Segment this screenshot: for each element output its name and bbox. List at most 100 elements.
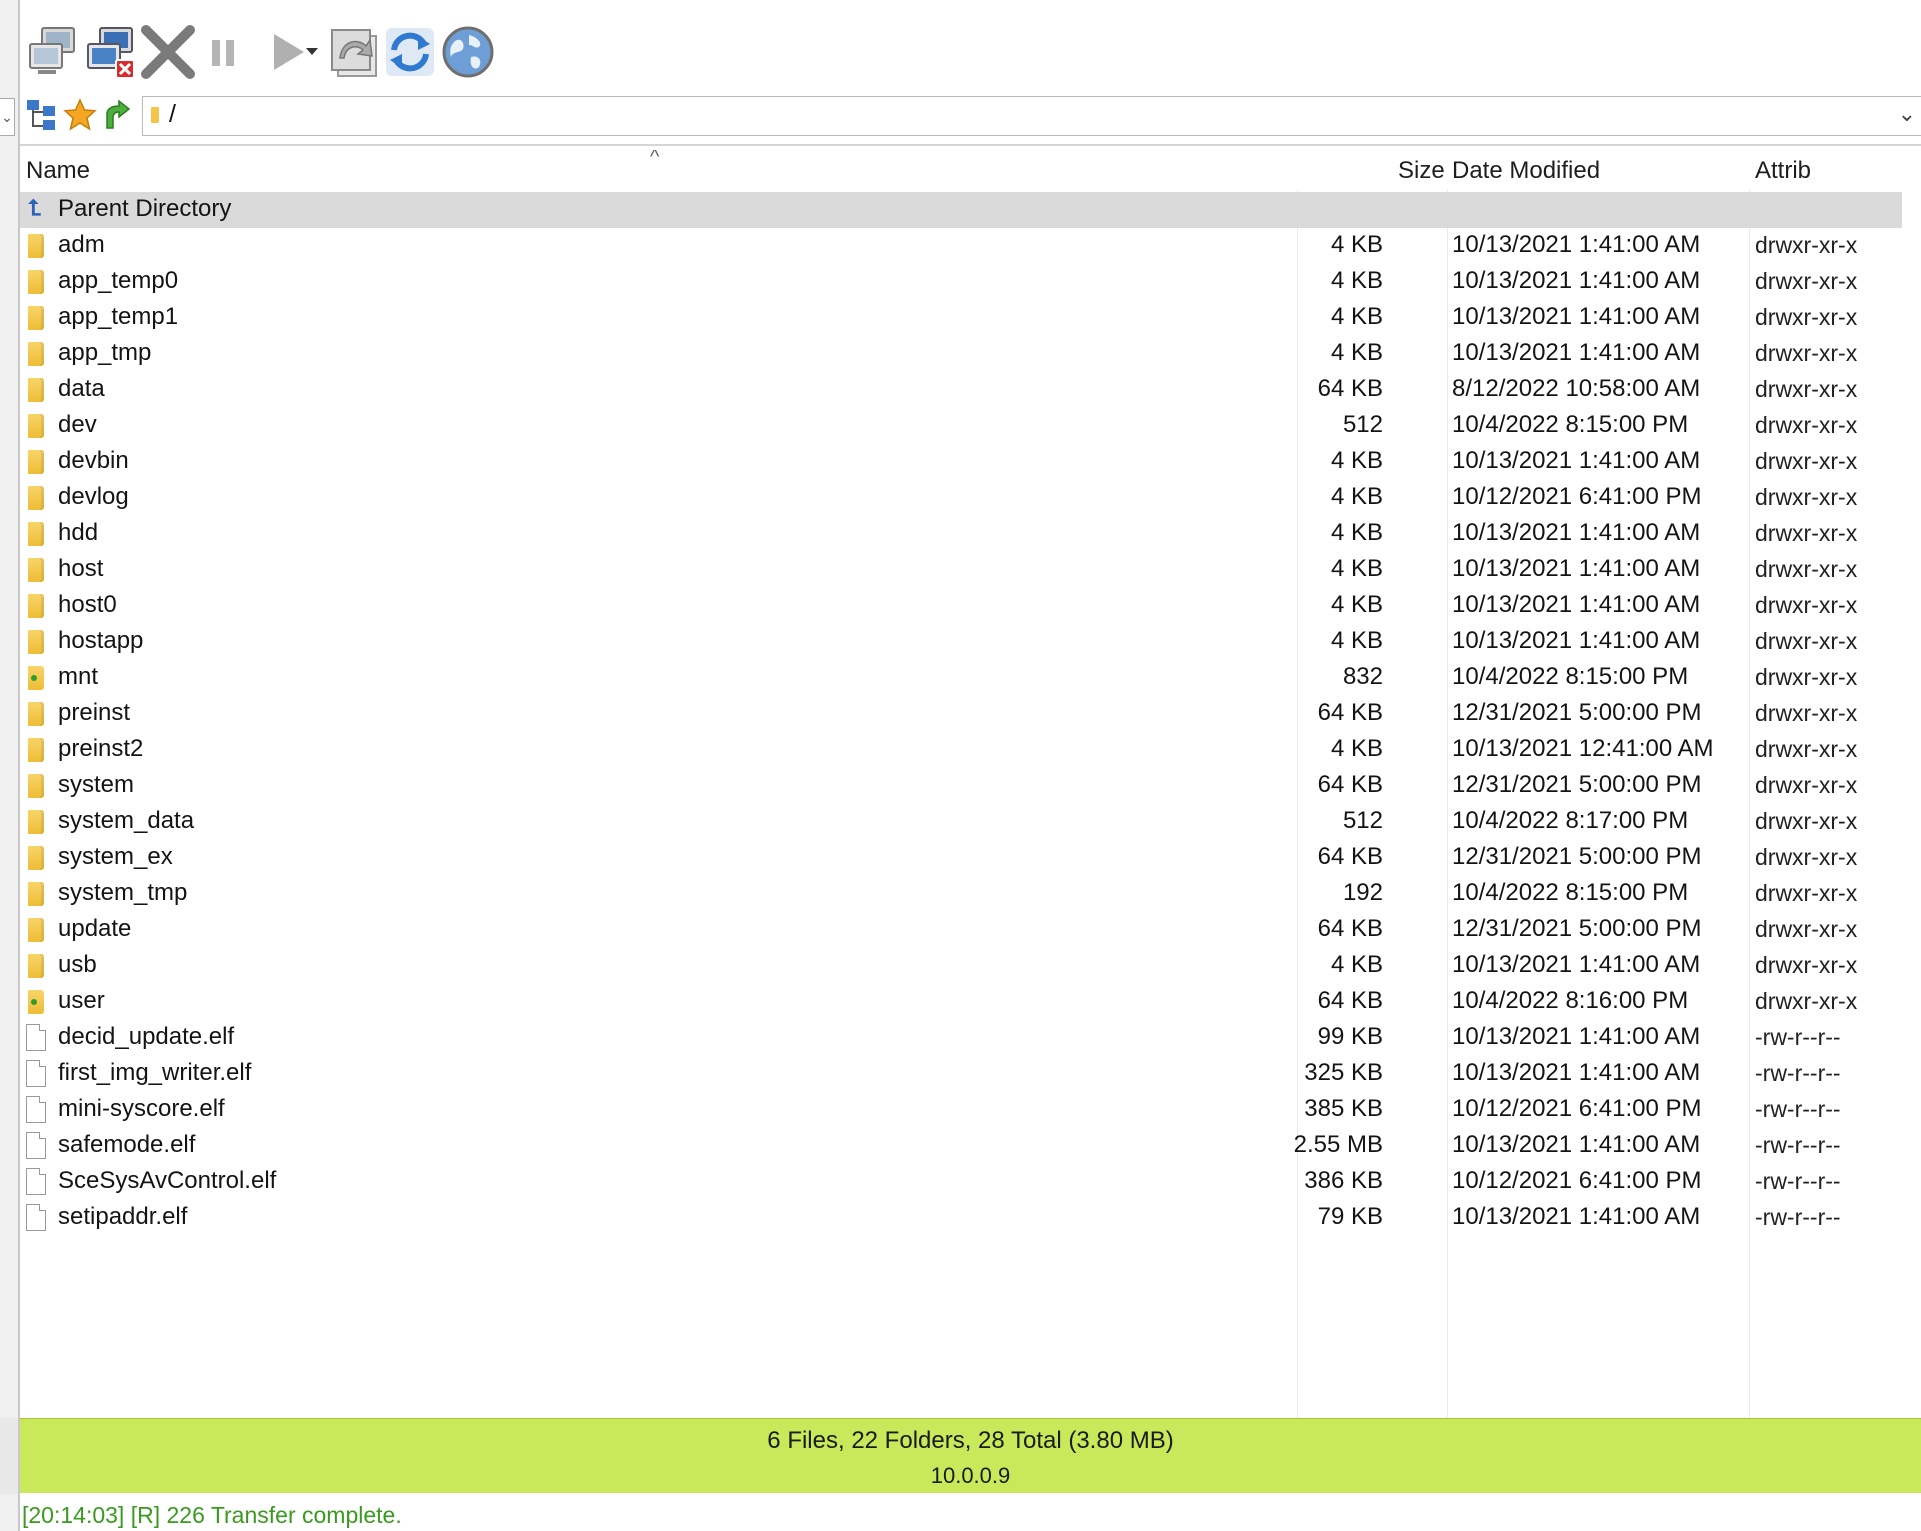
- address-bar-row: / ⌄: [20, 92, 1921, 146]
- address-input[interactable]: / ⌄: [142, 96, 1921, 136]
- file-date: 8/12/2022 10:58:00 AM: [1452, 375, 1701, 402]
- table-row[interactable]: system_tmp 192 10/4/2022 8:15:00 PM drwxr-x…: [20, 876, 1921, 912]
- column-header-attrib[interactable]: Attrib: [1755, 157, 1811, 185]
- file-icon: [26, 1204, 46, 1231]
- table-row[interactable]: decid_update.elf 99 KB 10/13/2021 1:41:00 …: [20, 1020, 1921, 1056]
- table-row[interactable]: host0 4 KB 10/13/2021 1:41:00 AM drwxr-xr-x: [20, 588, 1921, 624]
- file-name: preinst2: [58, 735, 144, 762]
- table-row[interactable]: system_ex 64 KB 12/31/2021 5:00:00 PM drwxr…: [20, 840, 1921, 876]
- table-row[interactable]: app_temp1 4 KB 10/13/2021 1:41:00 AM drwxr-…: [20, 300, 1921, 336]
- chevron-down-icon[interactable]: ⌄: [1898, 101, 1916, 127]
- pause-button[interactable]: [192, 20, 256, 84]
- queue-button[interactable]: [322, 20, 386, 84]
- table-row[interactable]: app_temp0 4 KB 10/13/2021 1:41:00 AM drwxr-…: [20, 264, 1921, 300]
- site-manager-button[interactable]: [436, 20, 500, 84]
- file-icon: [26, 1168, 46, 1195]
- file-name: app_tmp: [58, 339, 152, 366]
- table-row[interactable]: host 4 KB 10/13/2021 1:41:00 AM drwxr-xr-x: [20, 552, 1921, 588]
- table-row[interactable]: hostapp 4 KB 10/13/2021 1:41:00 AM drwxr-xr…: [20, 624, 1921, 660]
- table-row[interactable]: devlog 4 KB 10/12/2021 6:41:00 PM drwxr-xr-…: [20, 480, 1921, 516]
- connect-button[interactable]: [22, 20, 86, 84]
- parent-directory-row[interactable]: ⮤ Parent Directory: [20, 192, 1902, 228]
- folder-icon: [28, 486, 44, 510]
- file-attrib: drwxr-xr-x: [1755, 880, 1858, 906]
- file-size: 4 KB: [1330, 591, 1383, 618]
- file-attrib: drwxr-xr-x: [1755, 664, 1858, 690]
- file-size: 325 KB: [1304, 1059, 1383, 1086]
- table-row[interactable]: system_data 512 10/4/2022 8:17:00 PM drwxr-…: [20, 804, 1921, 840]
- file-attrib: drwxr-xr-x: [1755, 808, 1858, 834]
- up-arrow-icon: [106, 99, 131, 129]
- table-row[interactable]: system 64 KB 12/31/2021 5:00:00 PM drwxr-xr…: [20, 768, 1921, 804]
- file-name: hdd: [58, 519, 99, 546]
- file-date: 10/13/2021 12:41:00 AM: [1452, 735, 1714, 762]
- table-row[interactable]: usb 4 KB 10/13/2021 1:41:00 AM drwxr-xr-x: [20, 948, 1921, 984]
- left-pane-status-edge: [0, 1418, 18, 1494]
- file-date: 12/31/2021 5:00:00 PM: [1452, 699, 1702, 726]
- tree-view-button[interactable]: [24, 97, 60, 133]
- table-row[interactable]: app_tmp 4 KB 10/13/2021 1:41:00 AM drwxr-xr…: [20, 336, 1921, 372]
- status-bar: 6 Files, 22 Folders, 28 Total (3.80 MB) …: [20, 1418, 1921, 1493]
- connect-icon: [29, 27, 75, 74]
- file-date: 10/13/2021 1:41:00 AM: [1452, 267, 1701, 294]
- log-panel[interactable]: [20:14:03] [R] 226 Transfer complete.: [20, 1494, 1921, 1531]
- file-size: 512: [1342, 411, 1383, 438]
- file-attrib: drwxr-xr-x: [1755, 988, 1858, 1014]
- table-row[interactable]: hdd 4 KB 10/13/2021 1:41:00 AM drwxr-xr-x: [20, 516, 1921, 552]
- folder-icon: [28, 846, 44, 870]
- up-folder-button[interactable]: [100, 97, 136, 133]
- file-name: adm: [58, 231, 105, 258]
- table-row[interactable]: devbin 4 KB 10/13/2021 1:41:00 AM drwxr-xr-…: [20, 444, 1921, 480]
- file-date: 10/12/2021 6:41:00 PM: [1452, 1167, 1702, 1194]
- table-row[interactable]: adm 4 KB 10/13/2021 1:41:00 AM drwxr-xr-x: [20, 228, 1921, 264]
- file-attrib: drwxr-xr-x: [1755, 844, 1858, 870]
- table-row[interactable]: first_img_writer.elf 325 KB 10/13/2021 1:4…: [20, 1056, 1921, 1092]
- column-header-date[interactable]: Date Modified: [1452, 157, 1600, 185]
- refresh-icon: [386, 28, 434, 76]
- refresh-button[interactable]: [378, 20, 442, 84]
- file-date: 10/13/2021 1:41:00 AM: [1452, 303, 1701, 330]
- folder-icon: [28, 306, 44, 330]
- disconnect-icon: [87, 27, 135, 79]
- file-date: 12/31/2021 5:00:00 PM: [1452, 915, 1702, 942]
- abort-button[interactable]: [136, 20, 200, 84]
- table-row[interactable]: SceSysAvControl.elf 386 KB 10/12/2021 6:41…: [20, 1164, 1921, 1200]
- file-name: system_tmp: [58, 879, 188, 906]
- status-summary: 6 Files, 22 Folders, 28 Total (3.80 MB): [767, 1427, 1174, 1454]
- table-row[interactable]: safemode.elf 2.55 MB 10/13/2021 1:41:00 AM…: [20, 1128, 1921, 1164]
- transfer-options-button[interactable]: [302, 20, 322, 84]
- file-date: 10/13/2021 1:41:00 AM: [1452, 447, 1701, 474]
- folder-icon: [28, 774, 44, 798]
- folder-icon: [28, 558, 44, 582]
- disconnect-button[interactable]: [80, 20, 144, 84]
- file-name: host: [58, 555, 104, 582]
- file-size: 4 KB: [1330, 555, 1383, 582]
- table-row[interactable]: data 64 KB 8/12/2022 10:58:00 AM drwxr-xr-x: [20, 372, 1921, 408]
- table-row[interactable]: preinst2 4 KB 10/13/2021 12:41:00 AM drwxr-…: [20, 732, 1921, 768]
- file-attrib: drwxr-xr-x: [1755, 268, 1858, 294]
- table-row[interactable]: update 64 KB 12/31/2021 5:00:00 PM drwxr-xr…: [20, 912, 1921, 948]
- table-row[interactable]: user 64 KB 10/4/2022 8:16:00 PM drwxr-xr-x: [20, 984, 1921, 1020]
- globe-icon: [442, 26, 494, 78]
- table-row[interactable]: setipaddr.elf 79 KB 10/13/2021 1:41:00 AM -…: [20, 1200, 1921, 1236]
- favorites-button[interactable]: [62, 97, 98, 133]
- file-size: 4 KB: [1330, 519, 1383, 546]
- file-icon: [26, 1096, 46, 1123]
- table-row[interactable]: mnt 832 10/4/2022 8:15:00 PM drwxr-xr-x: [20, 660, 1921, 696]
- left-pane-edge: ⌄: [0, 0, 20, 1531]
- folder-icon: [28, 810, 44, 834]
- table-row[interactable]: mini-syscore.elf 385 KB 10/12/2021 6:41:00…: [20, 1092, 1921, 1128]
- table-row[interactable]: preinst 64 KB 12/31/2021 5:00:00 PM drwxr-x…: [20, 696, 1921, 732]
- column-header-size[interactable]: Size: [1398, 157, 1445, 185]
- file-size: 385 KB: [1304, 1095, 1383, 1122]
- file-size: 64 KB: [1317, 915, 1383, 942]
- file-attrib: -rw-r--r--: [1755, 1060, 1841, 1086]
- file-attrib: -rw-r--r--: [1755, 1024, 1841, 1050]
- table-row[interactable]: dev 512 10/4/2022 8:15:00 PM drwxr-xr-x: [20, 408, 1921, 444]
- file-size: 2.55 MB: [1293, 1131, 1383, 1158]
- file-name: SceSysAvControl.elf: [58, 1167, 277, 1194]
- column-header-name[interactable]: Name: [26, 157, 90, 185]
- file-name: preinst: [58, 699, 131, 726]
- left-pane-dropdown[interactable]: ⌄: [0, 98, 15, 136]
- remote-file-list[interactable]: ^ Name Size Date Modified Attrib ⮤ Parent…: [20, 150, 1921, 1418]
